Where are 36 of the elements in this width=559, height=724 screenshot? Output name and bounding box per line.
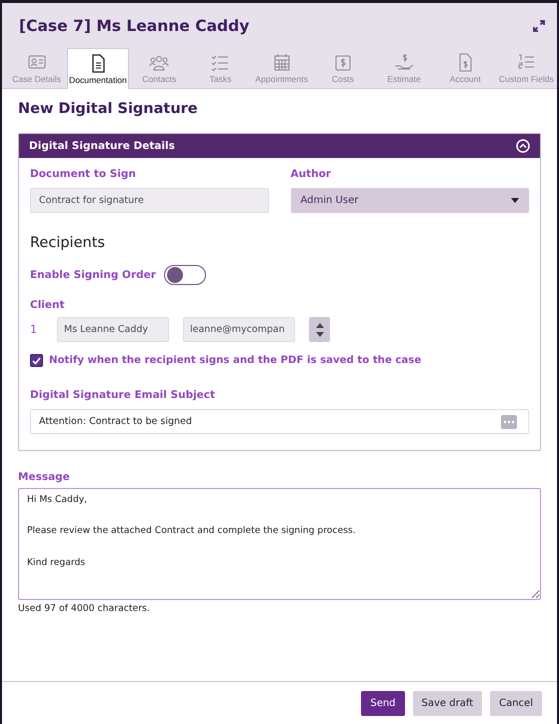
toggle-switch[interactable] [164, 265, 206, 285]
action-button[interactable]: Save draft [412, 690, 482, 716]
dollar-icon [332, 53, 353, 72]
panel-title: Digital Signature Details [29, 140, 175, 152]
tab[interactable]: Documentation [67, 48, 129, 89]
field-label: Author [290, 168, 332, 180]
checkbox-label: Notify when the recipient signs and the PDF is saved to the case [49, 355, 422, 366]
field-label: Message [18, 471, 71, 483]
message-field[interactable]: Hi Ms Caddy, Please review the attached Contract and complete the signing process. Kind regards [18, 488, 541, 600]
field-label: Client [30, 299, 66, 311]
name-field[interactable]: Ms Leanne Caddy [57, 317, 169, 342]
character-counter: Used 97 of 4000 characters. [18, 603, 151, 614]
window-title: [Case 7] Ms Leanne Caddy [19, 16, 250, 34]
toggle-label: Enable Signing Order [30, 269, 156, 281]
email-field[interactable]: leanne@mycompan [183, 317, 295, 342]
subject-field[interactable]: Attention: Contract to be signed [30, 409, 529, 434]
check-icon [32, 356, 41, 364]
checklist-icon [210, 53, 230, 72]
page-heading: New Digital Signature [18, 101, 199, 117]
checkbox[interactable] [30, 354, 43, 367]
send-button[interactable]: Send [361, 690, 405, 716]
order-number: 1 [30, 323, 38, 336]
hand-coin-icon [394, 53, 414, 72]
field-label: Document to Sign [30, 168, 137, 180]
collapse-icon[interactable] [516, 139, 530, 153]
author-dropdown[interactable]: Admin User [290, 188, 529, 213]
people-icon [149, 53, 170, 72]
document-field[interactable]: Contract for signature [30, 188, 268, 213]
caret-icon [511, 198, 519, 203]
calendar-icon [272, 53, 292, 72]
section-heading: Recipients [30, 235, 106, 251]
up-down-arrows-icon [316, 322, 324, 336]
action-button[interactable]: Cancel [490, 690, 542, 716]
expand-icon [533, 20, 545, 32]
field-label: Digital Signature Email Subject [30, 389, 216, 401]
order-stepper[interactable] [309, 317, 330, 342]
